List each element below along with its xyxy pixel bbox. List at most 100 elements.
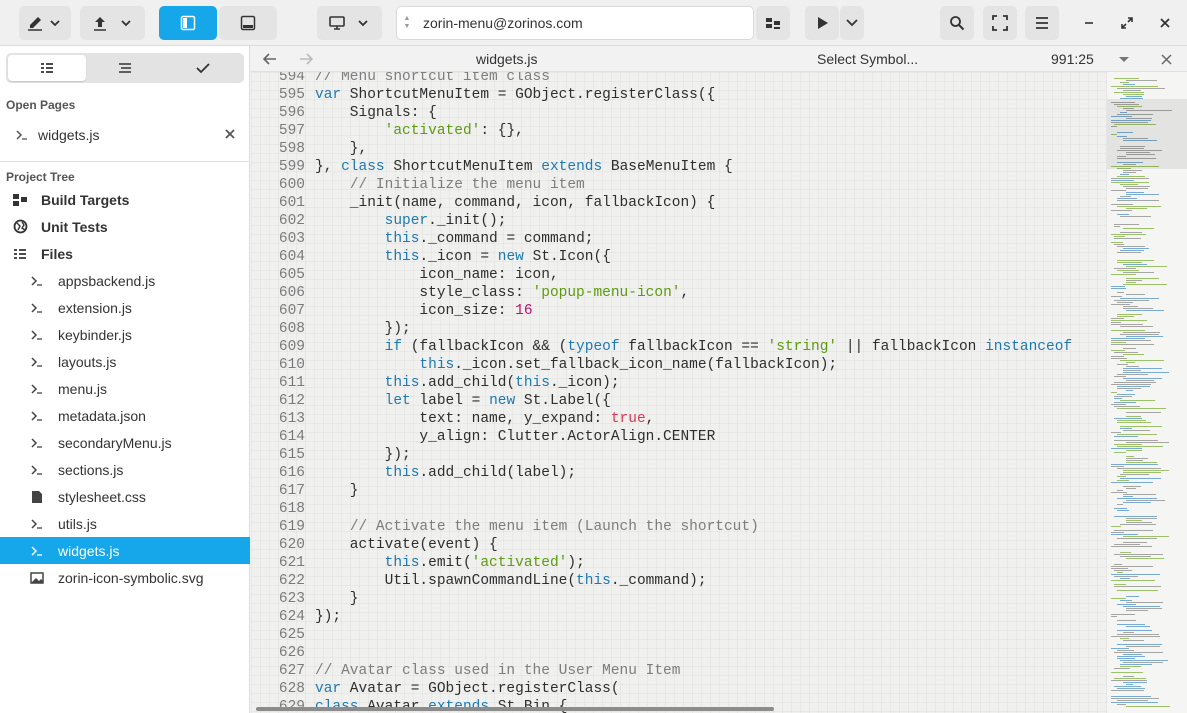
close-window-button[interactable] xyxy=(1152,6,1178,40)
cursor-position[interactable]: 991:25 xyxy=(1051,51,1094,67)
device-menu-button[interactable] xyxy=(317,6,382,40)
forward-arrow-icon[interactable] xyxy=(299,53,313,65)
list-icon xyxy=(41,63,53,73)
file-item-label: secondaryMenu.js xyxy=(58,434,172,451)
code-line: 597 'activated': {}, xyxy=(251,122,1072,140)
line-number: 595 xyxy=(278,87,305,103)
code-line: 623 } xyxy=(251,590,1072,608)
editor-filename: widgets.js xyxy=(476,51,538,67)
code-line: 601 _init(name, command, icon, fallbackI… xyxy=(251,194,1072,212)
code-editor[interactable]: 594 // Menu shortcut item class 595 var Sho… xyxy=(251,72,1106,713)
file-item[interactable]: widgets.js xyxy=(0,537,250,564)
build-menu-button[interactable] xyxy=(80,6,145,40)
file-item[interactable]: appsbackend.js xyxy=(0,267,250,294)
file-item-label: appsbackend.js xyxy=(58,272,156,289)
minimap[interactable] xyxy=(1106,72,1187,713)
code-line: 603 this._command = command; xyxy=(251,230,1072,248)
files-list-icon xyxy=(10,248,30,260)
file-item[interactable]: layouts.js xyxy=(0,348,250,375)
build-target-button[interactable] xyxy=(756,6,790,40)
back-arrow-icon[interactable] xyxy=(263,53,277,65)
script-file-icon xyxy=(27,464,47,475)
file-item[interactable]: metadata.json xyxy=(0,402,250,429)
file-item[interactable]: zorin-icon-symbolic.svg xyxy=(0,564,250,591)
code-line: 614 y_align: Clutter.ActorAlign.CENTER xyxy=(251,428,1072,446)
line-source: 'activated': {}, xyxy=(384,123,524,139)
search-button[interactable] xyxy=(940,6,974,40)
file-item-label: zorin-icon-symbolic.svg xyxy=(58,569,204,586)
file-item-label: menu.js xyxy=(58,380,108,397)
line-number: 605 xyxy=(278,267,305,283)
line-number: 599 xyxy=(278,159,305,175)
line-number: 597 xyxy=(278,123,305,139)
editor-header: widgets.js Select Symbol... 991:25 xyxy=(251,46,1187,72)
line-number: 615 xyxy=(278,447,305,463)
file-item-label: metadata.json xyxy=(58,407,146,424)
tree-item-build-targets[interactable]: Build Targets xyxy=(0,186,250,213)
script-file-icon xyxy=(27,275,47,286)
line-source: var Avatar = GObject.registerClass( xyxy=(315,681,620,697)
line-source: let label = new St.Label({ xyxy=(384,393,611,409)
close-icon xyxy=(1160,18,1170,28)
horizontal-scrollbar[interactable] xyxy=(256,707,774,711)
close-page-icon[interactable] xyxy=(224,128,236,140)
file-item[interactable]: sections.js xyxy=(0,456,250,483)
file-item[interactable]: secondaryMenu.js xyxy=(0,429,250,456)
minimap-viewport[interactable] xyxy=(1107,99,1187,169)
code-line: 608 }); xyxy=(251,320,1072,338)
symbol-selector[interactable]: Select Symbol... xyxy=(817,51,918,67)
open-pages-view-button[interactable] xyxy=(8,55,86,81)
toggle-sidebar-button[interactable] xyxy=(159,6,217,40)
monitor-icon xyxy=(328,16,368,30)
code-line: 611 this.add_child(this._icon); xyxy=(251,374,1072,392)
code-line: 607 icon_size: 16 xyxy=(251,302,1072,320)
line-number: 619 xyxy=(278,519,305,535)
run-options-button[interactable] xyxy=(840,6,864,40)
toggle-panel-button[interactable] xyxy=(219,6,277,40)
fullscreen-button[interactable] xyxy=(983,6,1017,40)
tree-item-unit-tests[interactable]: Unit Tests xyxy=(0,213,250,240)
file-item[interactable]: menu.js xyxy=(0,375,250,402)
code-line: 622 Util.spawnCommandLine(this._command)… xyxy=(251,572,1072,590)
project-address-text: zorin-menu@zorinos.com xyxy=(423,15,583,31)
line-number: 607 xyxy=(278,303,305,319)
minimize-button[interactable] xyxy=(1076,6,1102,40)
fullscreen-icon xyxy=(992,15,1008,31)
open-page-item[interactable]: widgets.js xyxy=(0,122,250,148)
line-number: 614 xyxy=(278,429,305,445)
play-icon xyxy=(818,17,828,29)
project-tree-view-button[interactable] xyxy=(86,55,164,81)
code-line: 620 activate(event) { xyxy=(251,536,1072,554)
line-number: 623 xyxy=(278,591,305,607)
code-line: 627 // Avatar class used in the User Menu… xyxy=(251,662,1072,680)
maximize-button[interactable] xyxy=(1114,6,1140,40)
new-file-menu-button[interactable] xyxy=(19,6,71,40)
file-item[interactable]: extension.js xyxy=(0,294,250,321)
run-button[interactable] xyxy=(805,6,839,40)
code-line: 617 } xyxy=(251,482,1072,500)
main-menu-button[interactable] xyxy=(1025,6,1059,40)
line-source: }); xyxy=(315,447,411,463)
chevron-updown-icon: ▲ ▼ xyxy=(403,15,411,30)
code-line: 606 style_class: 'popup-menu-icon', xyxy=(251,284,1072,302)
panel-bottom-icon xyxy=(240,15,256,31)
code-line: 595 var ShortcutMenuItem = GObject.regist… xyxy=(251,86,1072,104)
code-line: 626 xyxy=(251,644,1072,662)
tree-icon xyxy=(119,63,131,73)
file-item[interactable]: keybinder.js xyxy=(0,321,250,348)
upload-icon xyxy=(93,17,131,31)
script-file-icon xyxy=(27,356,47,367)
line-source: // Menu shortcut item class xyxy=(315,72,550,85)
line-source: this._icon.set_fallback_icon_name(fallba… xyxy=(419,357,838,373)
file-item[interactable]: utils.js xyxy=(0,510,250,537)
tree-item-files[interactable]: Files xyxy=(0,240,250,267)
project-address-field[interactable]: ▲ ▼ zorin-menu@zorinos.com xyxy=(396,6,754,40)
file-item[interactable]: stylesheet.css xyxy=(0,483,250,510)
line-source: this.emit('activated'); xyxy=(384,555,585,571)
chevron-down-icon[interactable] xyxy=(1118,56,1130,63)
todo-view-button[interactable] xyxy=(164,55,242,81)
close-tab-icon[interactable] xyxy=(1161,54,1172,65)
code-line: 600 // Initialize the menu item xyxy=(251,176,1072,194)
file-item-label: stylesheet.css xyxy=(58,488,146,505)
line-source: _init(name, command, icon, fallbackIcon)… xyxy=(315,195,716,211)
